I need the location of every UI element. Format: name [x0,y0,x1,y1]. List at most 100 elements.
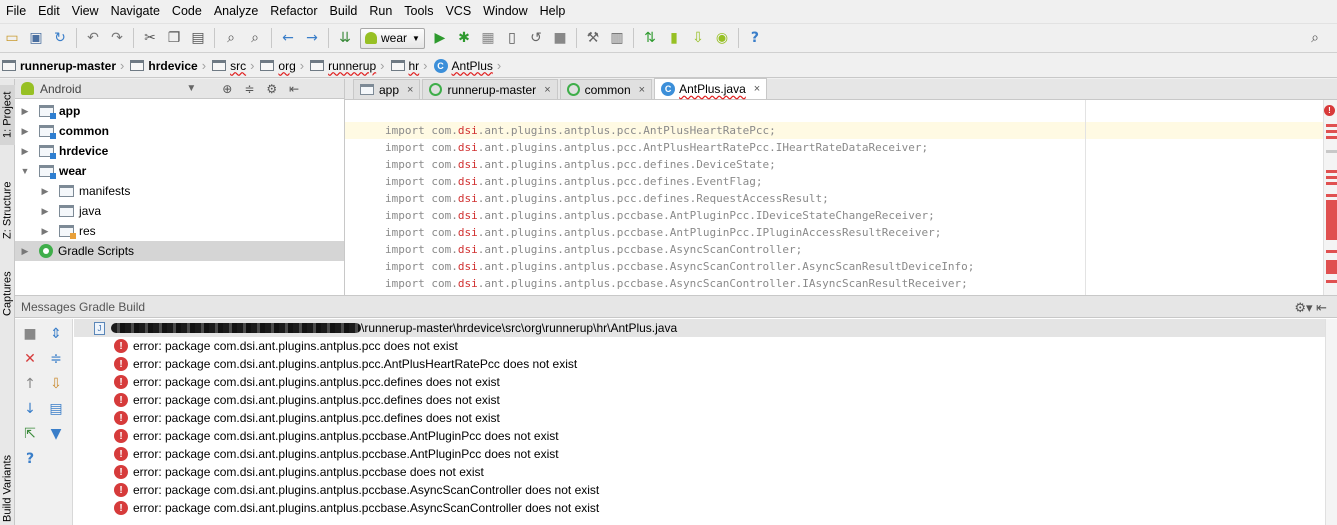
captures-tool-tab[interactable]: Captures [0,263,15,325]
open-folder-icon[interactable]: ▭ [1,27,23,49]
close-icon[interactable]: ✕ [21,350,39,368]
menu-help[interactable]: Help [534,0,572,23]
menu-analyze[interactable]: Analyze [208,0,264,23]
error-message-row[interactable]: ! error: package com.dsi.ant.plugins.antp… [74,373,1337,391]
scroll-from-source-icon[interactable]: ⊕ [222,82,232,96]
run-icon[interactable]: ▶ [429,27,451,49]
tab-runnerup-master[interactable]: runnerup-master × [422,79,558,99]
error-marker[interactable] [1326,182,1337,185]
breadcrumb-item[interactable]: runnerup-master › [0,54,128,78]
export-icon[interactable]: ⇩ [47,375,65,393]
error-message-row[interactable]: ! error: package com.dsi.ant.plugins.antp… [74,499,1337,517]
menu-file[interactable]: File [0,0,32,23]
code-line[interactable]: import com.dsi.ant.plugins.antplus.pcc.d… [345,173,1323,190]
run-configuration-dropdown[interactable]: wear ▼ [360,27,425,49]
tree-item-app[interactable]: ▶ app [15,101,344,121]
code-line[interactable]: import com.dsi.ant.plugins.antplus.pccba… [345,224,1323,241]
find-icon[interactable]: ⌕ [220,27,242,49]
breadcrumb-item[interactable]: org › [258,54,308,78]
breadcrumb-item[interactable]: hrdevice › [128,54,210,78]
menu-run[interactable]: Run [363,0,398,23]
error-marker[interactable] [1326,250,1337,253]
menu-code[interactable]: Code [166,0,208,23]
error-marker[interactable] [1326,200,1337,240]
back-icon[interactable]: ← [277,27,299,49]
tree-item-java[interactable]: ▶ java [15,201,344,221]
tree-item-common[interactable]: ▶ common [15,121,344,141]
paste-icon[interactable]: ▤ [187,27,209,49]
error-status-icon[interactable]: ! [1324,105,1335,116]
project-structure-icon[interactable]: ⚒ [582,27,604,49]
search-everywhere-icon[interactable]: ⌕ [1304,27,1326,49]
open-log-icon[interactable]: ▤ [47,400,65,418]
collapse-all-icon[interactable]: ≑ [244,82,254,96]
tab-common[interactable]: common × [559,79,653,99]
code-area[interactable]: import com.dsi.ant.plugins.antplus.pcc.A… [345,100,1323,295]
gear-icon[interactable]: ⚙ [266,82,277,96]
build-variants-tool-tab[interactable]: Build Variants [0,451,15,525]
code-line[interactable]: import com.dsi.ant.plugins.antplus.pcc.d… [345,156,1323,173]
menu-window[interactable]: Window [477,0,533,23]
tree-item-wear[interactable]: ▼ wear [15,161,344,181]
chevron-right-icon[interactable]: ▶ [19,126,31,137]
code-line[interactable]: import com.dsi.ant.plugins.antplus.pcc.A… [345,122,1323,139]
collapse-all-icon[interactable]: ≑ [47,350,65,368]
error-message-row[interactable]: ! error: package com.dsi.ant.plugins.antp… [74,445,1337,463]
error-marker[interactable] [1326,280,1337,283]
help-icon[interactable]: ? [21,450,39,468]
gear-icon[interactable]: ⚙▾ ⇤ [1294,300,1327,316]
warning-marker[interactable] [1326,150,1337,153]
tree-item-res[interactable]: ▶ res [15,221,344,241]
chevron-right-icon[interactable]: ▶ [19,246,31,257]
debug-icon[interactable]: ✱ [453,27,475,49]
close-icon[interactable]: × [754,83,760,95]
code-line[interactable]: import com.dsi.ant.plugins.antplus.pcc.d… [345,190,1323,207]
menu-view[interactable]: View [66,0,105,23]
avd-manager-icon[interactable]: ▮ [663,27,685,49]
tree-item-manifests[interactable]: ▶ manifests [15,181,344,201]
code-line[interactable]: import com.dsi.ant.plugins.antplus.pcc.A… [345,139,1323,156]
tab-antplus-java[interactable]: C AntPlus.java × [654,78,768,99]
make-project-icon[interactable]: ⇊ [334,27,356,49]
close-icon[interactable]: × [639,84,645,96]
file-row[interactable]: J \runnerup-master\hrdevice\src\org\runn… [74,319,1337,337]
menu-tools[interactable]: Tools [398,0,439,23]
error-message-row[interactable]: ! error: package com.dsi.ant.plugins.antp… [74,481,1337,499]
redo-icon[interactable]: ↷ [106,27,128,49]
tree-item-hrdevice[interactable]: ▶ hrdevice [15,141,344,161]
stop-icon[interactable]: ■ [549,27,571,49]
project-view-mode-select[interactable]: Android [40,82,81,96]
error-marker[interactable] [1326,130,1337,133]
chevron-right-icon[interactable]: ▶ [19,106,31,117]
chevron-right-icon[interactable]: ▶ [39,186,51,197]
tab-app[interactable]: app × [353,79,421,99]
menu-navigate[interactable]: Navigate [105,0,166,23]
messages-scrollbar[interactable] [1325,319,1337,525]
open-source-icon[interactable]: ⇱ [21,425,39,443]
structure-tool-tab[interactable]: Z: Structure [0,167,15,253]
previous-message-icon[interactable]: ↑ [21,375,39,393]
menu-vcs[interactable]: VCS [439,0,477,23]
code-line[interactable]: import com.dsi.ant.plugins.antplus.pccba… [345,241,1323,258]
error-message-row[interactable]: ! error: package com.dsi.ant.plugins.antp… [74,427,1337,445]
breadcrumb-item[interactable]: C AntPlus › [432,54,506,78]
breadcrumb-item[interactable]: runnerup › [308,54,388,78]
forward-icon[interactable]: → [301,27,323,49]
copy-icon[interactable]: ❐ [163,27,185,49]
chevron-right-icon[interactable]: ▶ [39,226,51,237]
replace-icon[interactable]: ⌕ [244,27,266,49]
menu-build[interactable]: Build [324,0,364,23]
error-message-row[interactable]: ! error: package com.dsi.ant.plugins.antp… [74,391,1337,409]
undo-icon[interactable]: ↶ [82,27,104,49]
chevron-right-icon[interactable]: ▶ [19,146,31,157]
code-line[interactable]: import com.dsi.ant.plugins.antplus.pccba… [345,207,1323,224]
hide-panel-icon[interactable]: ⇤ [289,82,299,96]
error-marker[interactable] [1326,124,1337,127]
error-message-row[interactable]: ! error: package com.dsi.ant.plugins.antp… [74,355,1337,373]
sdk-manager-icon[interactable]: ⇩ [687,27,709,49]
error-marker[interactable] [1326,136,1337,139]
attach-debugger-icon[interactable]: ▯ [501,27,523,49]
expand-all-icon[interactable]: ⇕ [47,325,65,343]
gradle-sync-icon[interactable]: ⇅ [639,27,661,49]
editor-error-stripe[interactable] [1323,100,1337,295]
